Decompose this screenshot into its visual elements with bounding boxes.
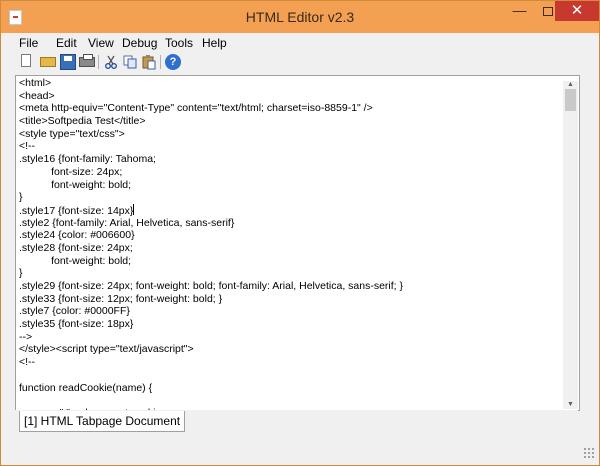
code-line[interactable]: .style17 {font-size: 14px} [19, 203, 403, 217]
code-line[interactable]: .style16 {font-family: Tahoma; [19, 153, 403, 166]
save-icon[interactable] [60, 54, 76, 70]
code-line[interactable]: font-size: 24px; [19, 166, 403, 179]
code-line[interactable]: <!-- [19, 356, 403, 369]
scrollbar-thumb[interactable] [565, 89, 576, 111]
copy-icon[interactable] [122, 54, 138, 70]
code-text[interactable]: <html> <head> <meta http-equiv="Content-Ty… [19, 77, 403, 410]
scroll-down-icon[interactable]: ▼ [563, 401, 578, 409]
code-line[interactable]: .style33 {font-size: 12px; font-weight: … [19, 293, 403, 306]
code-line[interactable]: font-weight: bold; [19, 179, 403, 192]
scroll-up-icon[interactable]: ▲ [563, 81, 578, 89]
cut-icon[interactable] [103, 54, 119, 70]
code-line[interactable]: } [19, 191, 403, 204]
code-line[interactable]: <!-- [19, 140, 403, 153]
code-line[interactable]: <html> [19, 77, 403, 90]
code-line[interactable]: } [19, 267, 403, 280]
code-line[interactable]: .style2 {font-family: Arial, Helvetica, … [19, 217, 403, 230]
menu-file[interactable]: File [19, 36, 38, 50]
minimize-button[interactable]: — [506, 1, 533, 21]
print-icon[interactable] [79, 54, 95, 67]
code-line[interactable]: <title>Softpedia Test</title> [19, 115, 403, 128]
text-caret [133, 203, 135, 215]
menu-bar: File Edit View Debug Tools Help [9, 33, 592, 53]
new-file-icon[interactable] [21, 54, 31, 67]
code-line[interactable]: .style24 {color: #006600} [19, 229, 403, 242]
code-line[interactable]: font-weight: bold; [19, 255, 403, 268]
code-line[interactable]: .style28 {font-size: 24px; [19, 242, 403, 255]
code-line[interactable]: <head> [19, 90, 403, 103]
toolbar-separator [160, 55, 161, 69]
vertical-scrollbar[interactable]: ▲ ▼ [563, 81, 578, 409]
code-line[interactable]: </style><script type="text/javascript"> [19, 343, 403, 356]
help-icon[interactable]: ? [165, 54, 181, 70]
title-bar[interactable]: HTML Editor v2.3 — ✕ [1, 1, 599, 33]
tab-html-tabpage-document[interactable]: [1] HTML Tabpage Document [19, 411, 186, 432]
menu-debug[interactable]: Debug [122, 36, 157, 50]
document-tab-strip: [1] HTML Tabpage Document [15, 410, 578, 454]
code-line[interactable] [19, 394, 403, 407]
paste-icon[interactable] [141, 54, 157, 70]
menu-help[interactable]: Help [202, 36, 227, 50]
menu-view[interactable]: View [88, 36, 114, 50]
code-line[interactable]: <meta http-equiv="Content-Type" content=… [19, 102, 403, 115]
resize-grip-icon[interactable] [583, 447, 595, 459]
code-line[interactable]: function readCookie(name) { [19, 382, 403, 395]
code-line[interactable]: .style29 {font-size: 24px; font-weight: … [19, 280, 403, 293]
maximize-icon [542, 7, 553, 16]
code-line[interactable]: <style type="text/css"> [19, 128, 403, 141]
code-editor[interactable]: <html> <head> <meta http-equiv="Content-Ty… [15, 75, 580, 411]
app-window: HTML Editor v2.3 — ✕ File Edit View Debu… [0, 0, 600, 466]
close-button[interactable]: ✕ [555, 1, 599, 21]
code-line[interactable]: .style7 {color: #0000FF} [19, 305, 403, 318]
code-line[interactable]: .style35 {font-size: 18px} [19, 318, 403, 331]
code-line[interactable]: --> [19, 331, 403, 344]
menu-tools[interactable]: Tools [165, 36, 193, 50]
open-folder-icon[interactable] [40, 57, 56, 67]
toolbar-separator [98, 55, 99, 69]
toolbar: ? [9, 53, 592, 71]
code-line[interactable] [19, 369, 403, 382]
menu-edit[interactable]: Edit [56, 36, 77, 50]
